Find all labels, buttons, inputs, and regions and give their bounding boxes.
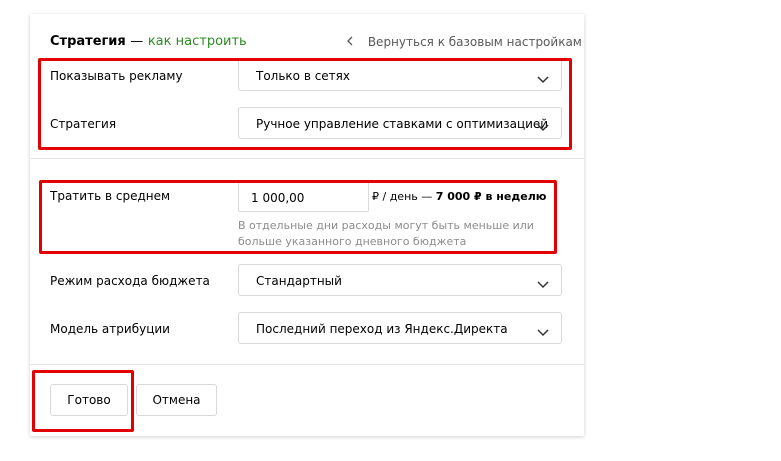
highlight-box-targeting	[38, 58, 572, 150]
attribution-select[interactable]: Последний переход из Яндекс.Директа	[238, 312, 562, 344]
title-separator: —	[130, 34, 144, 49]
how-to-configure-link[interactable]: как настроить	[148, 34, 247, 49]
attribution-label: Модель атрибуции	[50, 322, 170, 336]
chevron-left-icon	[346, 35, 358, 49]
panel-title: Стратегия — как настроить	[50, 34, 247, 49]
cancel-button[interactable]: Отмена	[136, 384, 217, 416]
chevron-down-icon	[537, 323, 549, 337]
panel-title-text: Стратегия	[50, 34, 126, 49]
actions-divider	[30, 364, 584, 365]
highlight-box-done	[32, 370, 134, 432]
attribution-value: Последний переход из Яндекс.Директа	[256, 322, 508, 336]
highlight-box-budget	[39, 180, 557, 254]
budget-mode-select[interactable]: Стандартный	[238, 264, 562, 296]
section-divider	[30, 158, 584, 159]
back-to-basic-settings-link[interactable]: Вернуться к базовым настройкам	[346, 35, 582, 49]
budget-mode-label: Режим расхода бюджета	[50, 274, 210, 288]
chevron-down-icon	[537, 275, 549, 289]
budget-mode-value: Стандартный	[256, 274, 342, 288]
back-link-label: Вернуться к базовым настройкам	[367, 35, 582, 49]
